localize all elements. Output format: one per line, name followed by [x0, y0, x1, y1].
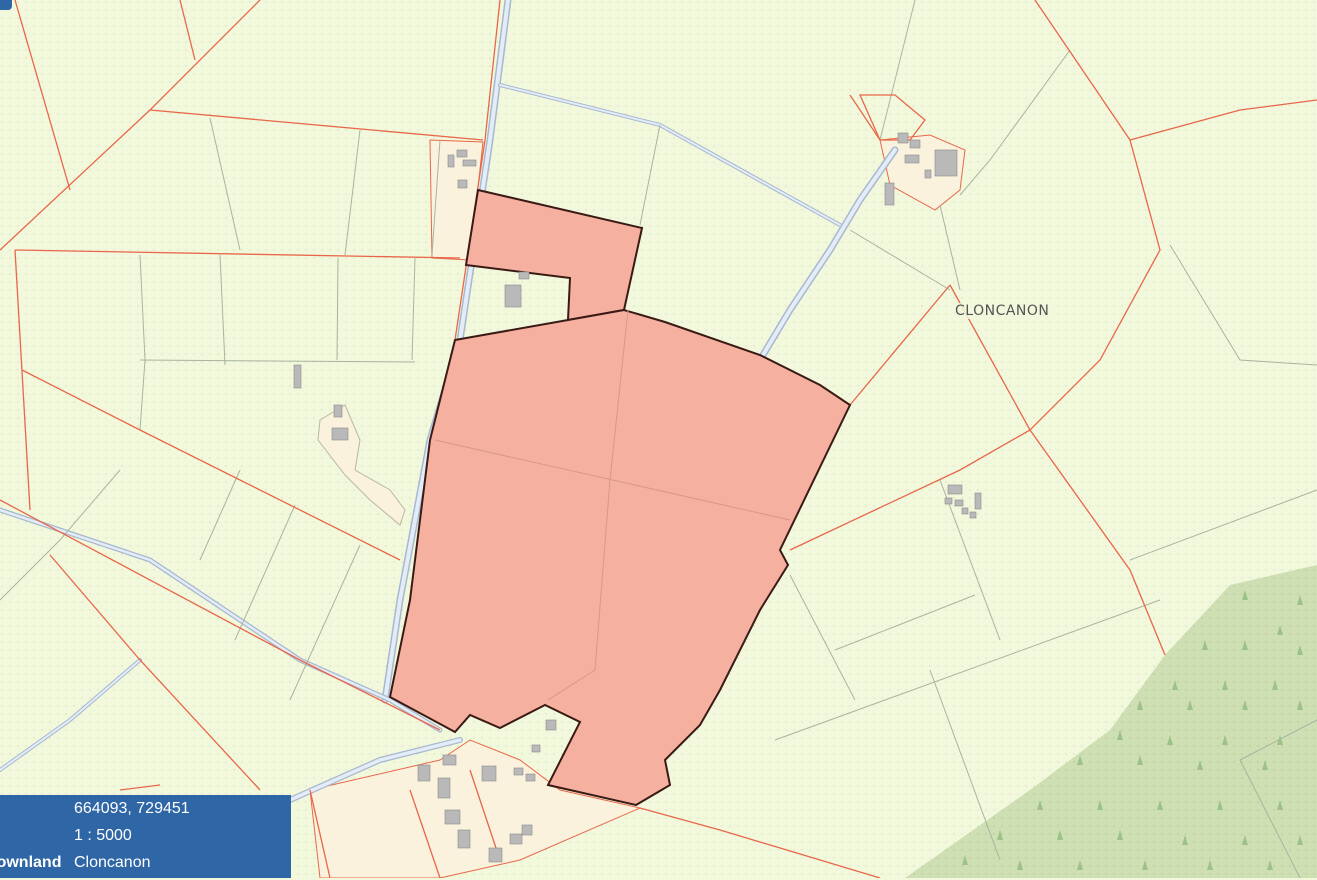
- townland-value: Cloncanon: [74, 854, 151, 871]
- info-panel: 664093, 729451 1 : 5000 Townland Cloncan…: [0, 795, 291, 878]
- map-canvas[interactable]: [0, 0, 1317, 878]
- scale-row: 1 : 5000: [0, 827, 291, 853]
- townland-map-label: CLONCANON: [953, 303, 1052, 319]
- coordinates-row: 664093, 729451: [0, 800, 291, 826]
- townland-row: Townland Cloncanon: [0, 854, 291, 880]
- coordinates-value: 664093, 729451: [74, 800, 190, 817]
- scale-value: 1 : 5000: [74, 827, 132, 844]
- map-control-button[interactable]: [0, 0, 12, 10]
- townland-label: Townland: [0, 854, 62, 871]
